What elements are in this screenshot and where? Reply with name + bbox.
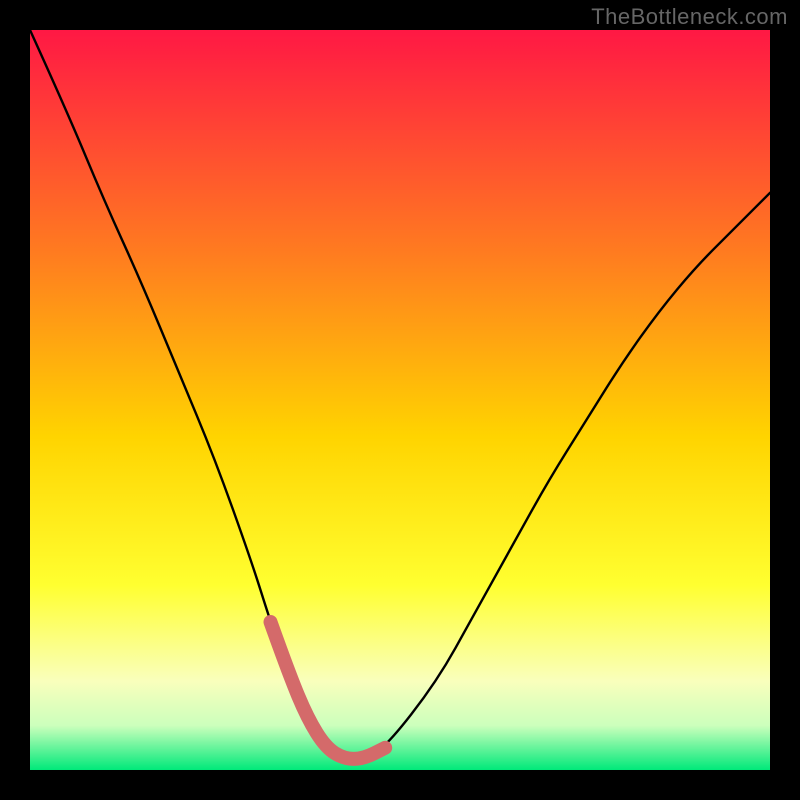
watermark-text: TheBottleneck.com: [591, 4, 788, 30]
chart-frame: TheBottleneck.com: [0, 0, 800, 800]
heat-background: [30, 30, 770, 770]
chart-svg: [30, 30, 770, 770]
plot-area: [30, 30, 770, 770]
